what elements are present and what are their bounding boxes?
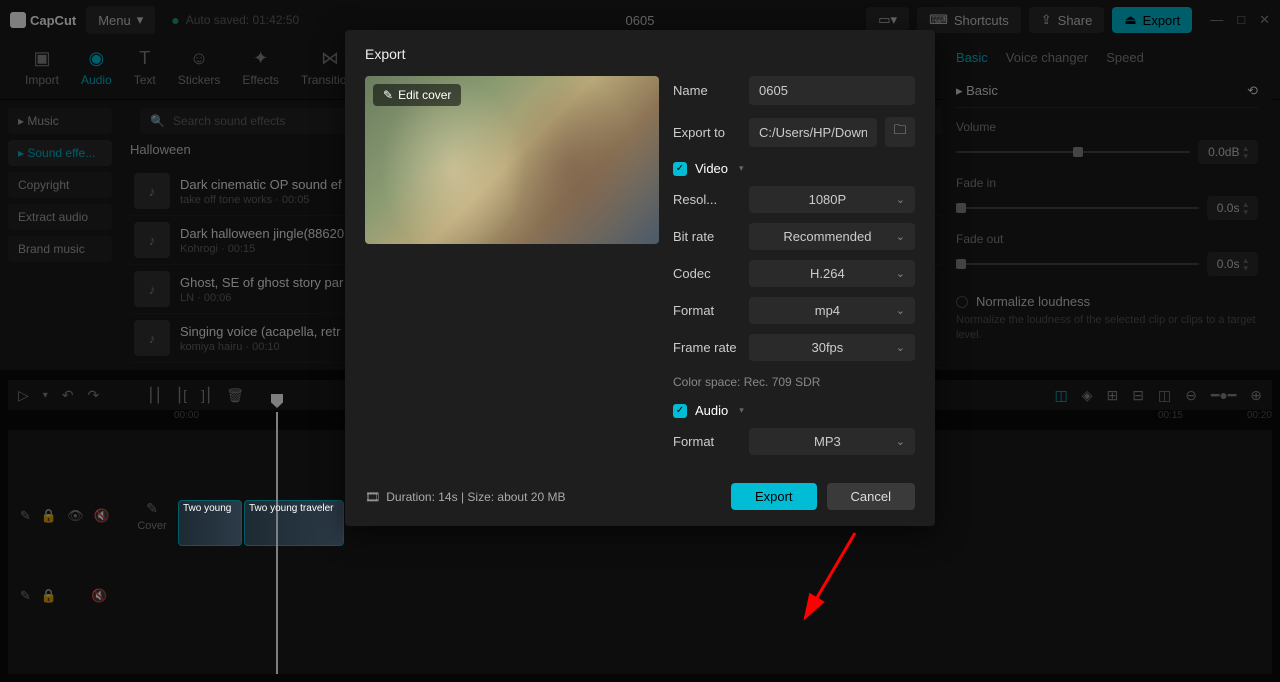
audio-format-select[interactable]: MP3⌄ bbox=[749, 428, 915, 455]
chevron-down-icon: ⌄ bbox=[896, 304, 905, 317]
chevron-down-icon: ⌄ bbox=[896, 341, 905, 354]
audio-section-toggle[interactable]: ✓ Audio▾ bbox=[673, 403, 915, 418]
export-form: Name Export to 🗀 ✓ Video▾ Resol... 1080P… bbox=[673, 76, 915, 456]
resolution-select[interactable]: 1080P⌄ bbox=[749, 186, 915, 213]
duration-info: 🎞 Duration: 14s | Size: about 20 MB bbox=[365, 490, 565, 504]
chevron-down-icon: ⌄ bbox=[896, 435, 905, 448]
name-label: Name bbox=[673, 83, 741, 98]
codec-label: Codec bbox=[673, 266, 741, 281]
exportto-label: Export to bbox=[673, 125, 741, 140]
chevron-down-icon: ⌄ bbox=[896, 193, 905, 206]
checkbox-checked-icon: ✓ bbox=[673, 404, 687, 418]
resolution-label: Resol... bbox=[673, 192, 741, 207]
film-icon: 🎞 bbox=[365, 490, 380, 504]
format-label: Format bbox=[673, 303, 741, 318]
framerate-select[interactable]: 30fps⌄ bbox=[749, 334, 915, 361]
cancel-button[interactable]: Cancel bbox=[827, 483, 915, 510]
pencil-icon: ✎ bbox=[383, 88, 393, 102]
exportto-field[interactable] bbox=[749, 118, 877, 147]
audio-format-label: Format bbox=[673, 434, 741, 449]
folder-icon: 🗀 bbox=[893, 121, 906, 143]
export-button[interactable]: Export bbox=[731, 483, 817, 510]
video-section-toggle[interactable]: ✓ Video▾ bbox=[673, 161, 915, 176]
format-select[interactable]: mp4⌄ bbox=[749, 297, 915, 324]
name-field[interactable] bbox=[749, 76, 915, 105]
chevron-down-icon: ⌄ bbox=[896, 267, 905, 280]
color-space-info: Color space: Rec. 709 SDR bbox=[673, 375, 915, 389]
dialog-title: Export bbox=[365, 46, 915, 62]
codec-select[interactable]: H.264⌄ bbox=[749, 260, 915, 287]
framerate-label: Frame rate bbox=[673, 340, 741, 355]
browse-folder-button[interactable]: 🗀 bbox=[885, 117, 915, 147]
modal-overlay: Export ✎ Edit cover Name Export to 🗀 bbox=[0, 0, 1280, 682]
export-dialog: Export ✎ Edit cover Name Export to 🗀 bbox=[345, 30, 935, 526]
annotation-arrow bbox=[795, 533, 875, 636]
edit-cover-button[interactable]: ✎ Edit cover bbox=[373, 84, 461, 106]
bitrate-label: Bit rate bbox=[673, 229, 741, 244]
checkbox-checked-icon: ✓ bbox=[673, 162, 687, 176]
cover-preview: ✎ Edit cover bbox=[365, 76, 659, 244]
bitrate-select[interactable]: Recommended⌄ bbox=[749, 223, 915, 250]
chevron-down-icon: ⌄ bbox=[896, 230, 905, 243]
